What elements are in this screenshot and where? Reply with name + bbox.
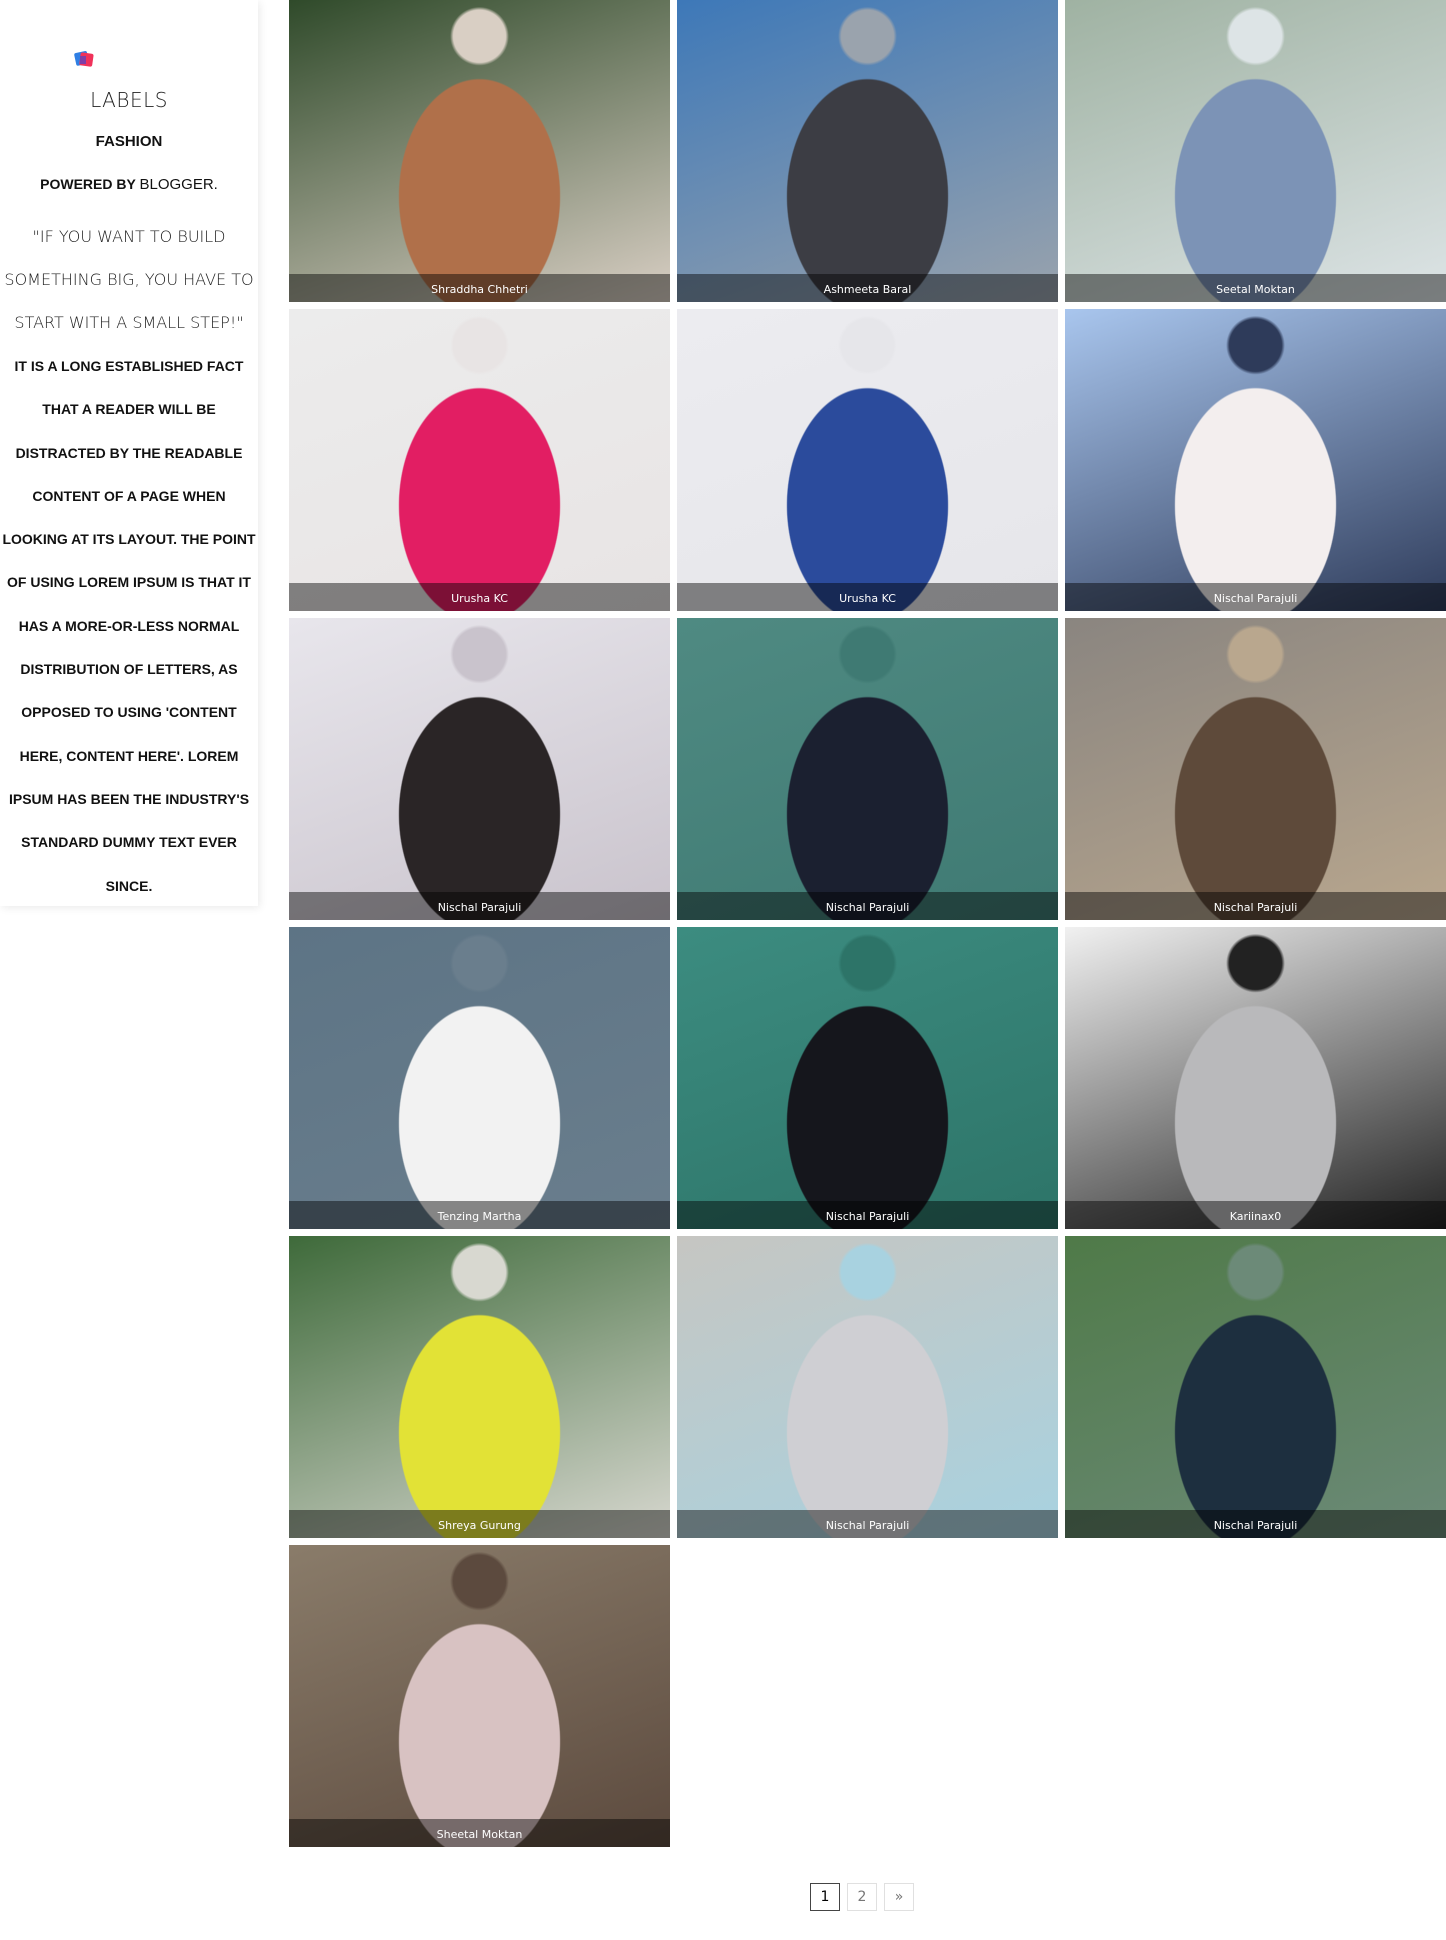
gallery-photo — [1065, 927, 1446, 1229]
gallery-photo — [677, 618, 1058, 920]
gallery-card[interactable]: Kariinax0 — [1065, 927, 1446, 1229]
photo-caption: Shraddha Chhetri — [431, 283, 528, 296]
photo-caption: Nischal Parajuli — [1213, 592, 1298, 605]
photo-caption: Urusha KC — [839, 592, 896, 605]
gallery-card[interactable]: Nischal Parajuli — [1065, 309, 1446, 611]
photo-caption: Nischal Parajuli — [1213, 901, 1298, 914]
gallery-card[interactable]: Shraddha Chhetri — [289, 0, 670, 302]
sidebar-quote: "If you want to build something big, you… — [4, 227, 254, 332]
blogger-logo-icon — [74, 51, 94, 67]
gallery-photo — [289, 927, 670, 1229]
gallery-card[interactable]: Ashmeeta Baral — [677, 0, 1058, 302]
powered-by-text: Powered by Blogger. — [0, 176, 258, 193]
gallery-photo — [1065, 309, 1446, 611]
gallery-photo — [289, 309, 670, 611]
gallery-photo — [677, 0, 1058, 302]
page-current[interactable]: 1 — [810, 1883, 840, 1911]
gallery-card[interactable]: Nischal Parajuli — [289, 618, 670, 920]
gallery-card[interactable]: Nischal Parajuli — [1065, 618, 1446, 920]
photo-caption: Nischal Parajuli — [825, 1519, 910, 1532]
gallery-photo — [677, 927, 1058, 1229]
gallery-card[interactable]: Urusha KC — [677, 309, 1058, 611]
photo-caption: Seetal Moktan — [1216, 283, 1295, 296]
gallery-card[interactable]: Seetal Moktan — [1065, 0, 1446, 302]
photo-caption: Sheetal Moktan — [436, 1828, 523, 1841]
gallery-photo — [289, 618, 670, 920]
gallery-photo — [1065, 1236, 1446, 1538]
gallery-card[interactable]: Nischal Parajuli — [677, 618, 1058, 920]
sidebar-widget: Labels Fashion Powered by Blogger. "If y… — [0, 0, 258, 906]
next-page-button[interactable]: » — [884, 1883, 914, 1911]
gallery-photo — [289, 1236, 670, 1538]
gallery-card[interactable]: Nischal Parajuli — [677, 927, 1058, 1229]
gallery-card[interactable]: Nischal Parajuli — [677, 1236, 1058, 1538]
gallery-photo — [289, 1545, 670, 1847]
gallery-card[interactable]: Sheetal Moktan — [289, 1545, 670, 1847]
gallery-photo — [1065, 0, 1446, 302]
photo-caption: Nischal Parajuli — [1213, 1519, 1298, 1532]
gallery-photo — [677, 1236, 1058, 1538]
labels-heading: Labels — [90, 88, 168, 112]
photo-caption: Nischal Parajuli — [825, 1210, 910, 1223]
pagination: 1 2» — [810, 1883, 914, 1911]
photo-caption: Urusha KC — [451, 592, 508, 605]
photo-caption: Kariinax0 — [1229, 1210, 1282, 1223]
photo-caption: Tenzing Martha — [437, 1210, 522, 1223]
photo-caption: Nischal Parajuli — [825, 901, 910, 914]
gallery-card[interactable]: Urusha KC — [289, 309, 670, 611]
gallery-card[interactable]: Shreya Gurung — [289, 1236, 670, 1538]
sidebar-description: It is a long established fact that a rea… — [2, 358, 256, 894]
photo-caption: Nischal Parajuli — [437, 901, 522, 914]
photo-caption: Ashmeeta Baral — [823, 283, 912, 296]
blogger-link[interactable]: Blogger. — [139, 176, 217, 193]
gallery-photo — [289, 0, 670, 302]
gallery-card[interactable]: Nischal Parajuli — [1065, 1236, 1446, 1538]
powered-by-prefix: Powered by — [40, 176, 140, 192]
photo-caption: Shreya Gurung — [438, 1519, 521, 1532]
label-link-fashion[interactable]: Fashion — [0, 133, 258, 150]
gallery-card[interactable]: Tenzing Martha — [289, 927, 670, 1229]
gallery-photo — [677, 309, 1058, 611]
gallery-photo — [1065, 618, 1446, 920]
page-link[interactable]: 2 — [847, 1883, 877, 1911]
